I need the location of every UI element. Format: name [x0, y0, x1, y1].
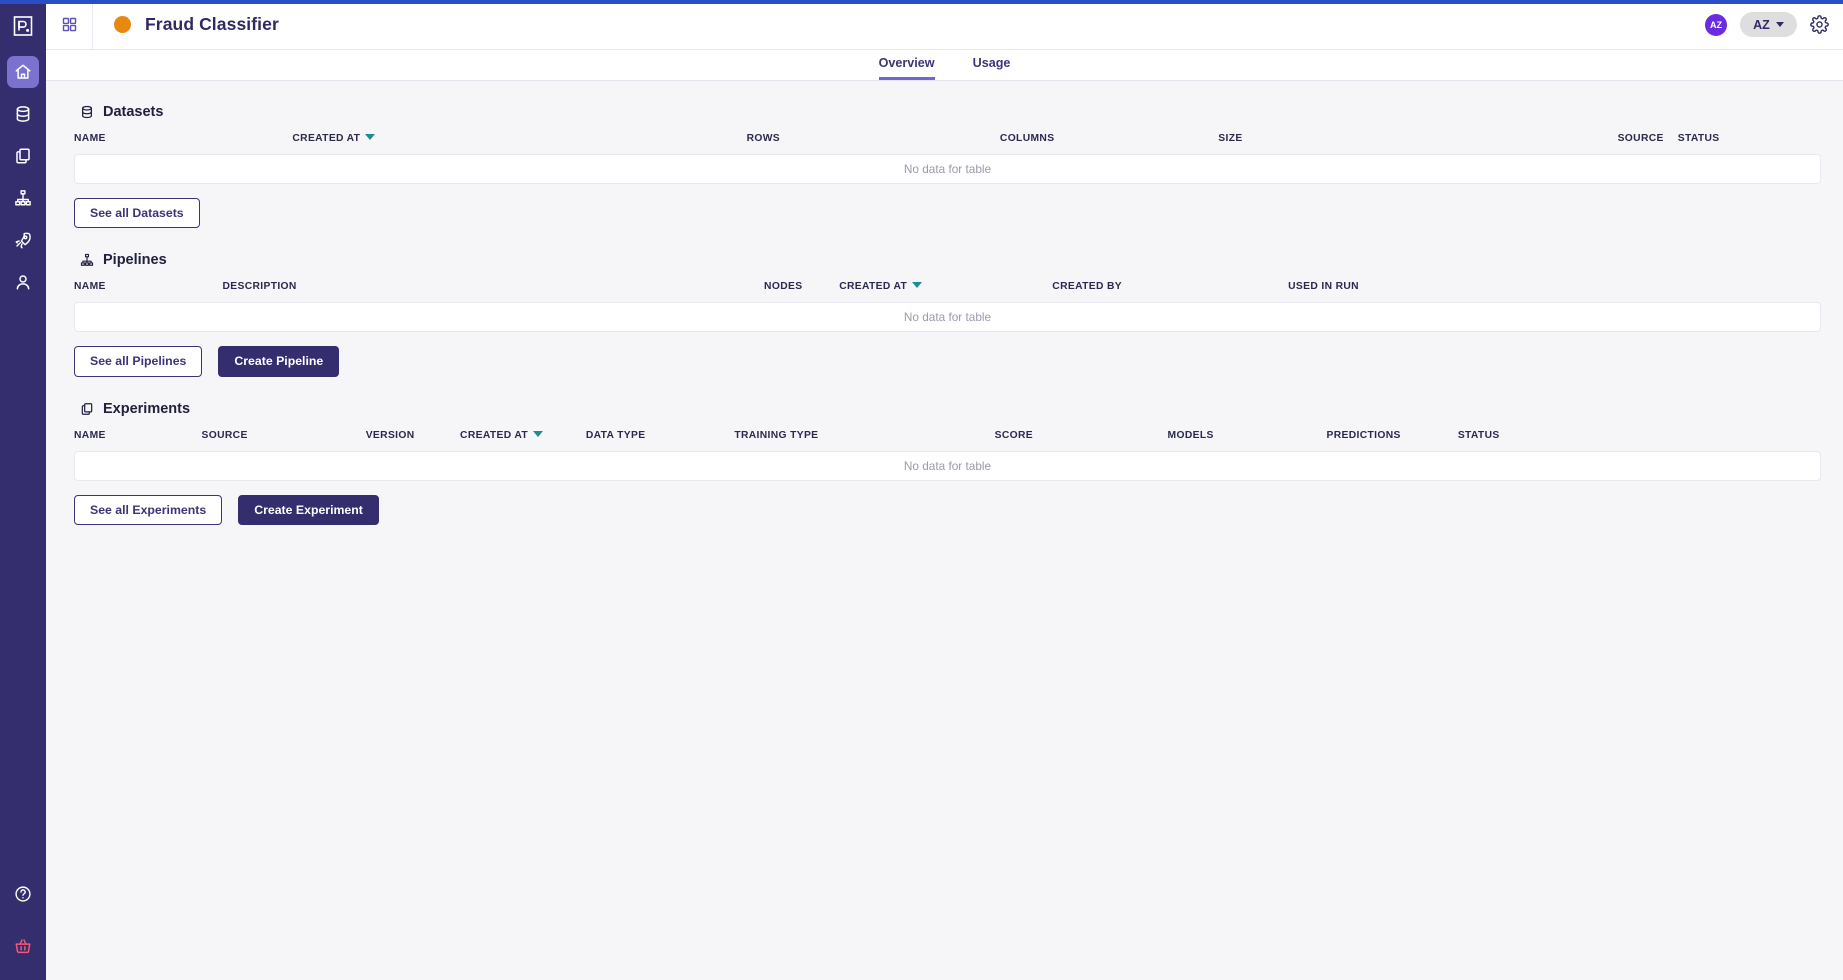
- copy-icon: [14, 147, 32, 165]
- datasets-actions: See all Datasets: [74, 198, 1821, 229]
- column-header-rows[interactable]: ROWS: [747, 133, 1000, 154]
- help-circle-icon: [14, 885, 32, 903]
- pipelines-actions: See all Pipelines Create Pipeline: [74, 346, 1821, 377]
- pipelines-empty-state: No data for table: [74, 302, 1821, 333]
- sidebar-item-experiments[interactable]: [7, 140, 39, 172]
- create-experiment-button[interactable]: Create Experiment: [238, 494, 379, 525]
- database-icon: [80, 105, 94, 119]
- column-header-used-in-run[interactable]: USED IN RUN: [1288, 281, 1821, 302]
- column-header-status[interactable]: STATUS: [1664, 133, 1821, 154]
- datasets-header-row: NAME CREATED AT ROWS COLUMNS SIZE SOURCE…: [74, 133, 1821, 154]
- column-header-version[interactable]: VERSION: [366, 430, 460, 451]
- column-header-training-type[interactable]: TRAINING TYPE: [734, 430, 994, 451]
- datasets-section: Datasets NAME CREATED AT ROWS COLUMNS SI: [74, 104, 1821, 229]
- chevron-down-icon: [1775, 22, 1784, 27]
- project-status-dot: [114, 16, 131, 33]
- basket-icon: [14, 937, 32, 955]
- create-pipeline-button[interactable]: Create Pipeline: [218, 346, 340, 377]
- column-header-columns[interactable]: COLUMNS: [1000, 133, 1218, 154]
- datasets-section-header: Datasets: [74, 104, 1821, 120]
- experiments-empty-state: No data for table: [74, 450, 1821, 481]
- sort-desc-icon: [533, 430, 543, 437]
- sidebar-item-home[interactable]: [7, 56, 39, 88]
- rocket-icon: [14, 231, 32, 249]
- header-divider: [92, 0, 93, 50]
- column-header-nodes[interactable]: NODES: [764, 281, 825, 302]
- tab-bar: Overview Usage: [46, 50, 1843, 81]
- pipelines-header-row: NAME DESCRIPTION NODES CREATED AT CREATE…: [74, 281, 1821, 302]
- tab-overview[interactable]: Overview: [878, 56, 935, 80]
- grid-apps-icon[interactable]: [46, 0, 92, 50]
- column-header-source[interactable]: SOURCE: [1428, 133, 1664, 154]
- see-all-pipelines-button[interactable]: See all Pipelines: [74, 346, 203, 377]
- sort-desc-icon: [912, 282, 923, 289]
- sidebar-nav-items: [0, 56, 46, 308]
- sort-desc-icon: [365, 134, 376, 140]
- pipelines-title: Pipelines: [103, 252, 167, 269]
- hierarchy-icon: [80, 253, 94, 267]
- hierarchy-icon: [14, 189, 32, 207]
- column-header-created-at[interactable]: CREATED AT: [292, 133, 746, 154]
- top-accent-strip: [0, 0, 1843, 4]
- sidebar-item-help[interactable]: [7, 878, 39, 910]
- column-header-size[interactable]: SIZE: [1218, 133, 1428, 154]
- experiments-header-row: NAME SOURCE VERSION CREATED AT DATA TYPE…: [74, 430, 1821, 451]
- main-column: Fraud Classifier AZ AZ Overview Usage Da…: [46, 0, 1843, 980]
- see-all-experiments-button[interactable]: See all Experiments: [74, 494, 223, 525]
- experiments-actions: See all Experiments Create Experiment: [74, 494, 1821, 525]
- header-actions: AZ AZ: [1705, 12, 1843, 37]
- sidebar-item-basket[interactable]: [7, 930, 39, 962]
- tab-usage[interactable]: Usage: [973, 56, 1011, 80]
- column-header-status[interactable]: STATUS: [1442, 430, 1821, 451]
- column-header-name[interactable]: NAME: [74, 281, 222, 302]
- column-header-created-by[interactable]: CREATED BY: [1052, 281, 1288, 302]
- experiments-table: NAME SOURCE VERSION CREATED AT DATA TYPE…: [74, 430, 1821, 451]
- gear-icon[interactable]: [1810, 15, 1829, 34]
- page-title: Fraud Classifier: [145, 14, 279, 34]
- app-header: Fraud Classifier AZ AZ: [46, 0, 1843, 50]
- column-header-data-type[interactable]: DATA TYPE: [586, 430, 734, 451]
- left-sidebar: [0, 0, 46, 980]
- column-header-created-at[interactable]: CREATED AT: [825, 281, 1052, 302]
- app-root: Fraud Classifier AZ AZ Overview Usage Da…: [0, 0, 1843, 980]
- org-switcher[interactable]: AZ: [1740, 12, 1797, 37]
- sidebar-item-deployments[interactable]: [7, 224, 39, 256]
- see-all-datasets-button[interactable]: See all Datasets: [74, 198, 200, 229]
- column-header-source[interactable]: SOURCE: [202, 430, 366, 451]
- home-icon: [14, 63, 32, 81]
- column-header-predictions[interactable]: PREDICTIONS: [1327, 430, 1442, 451]
- copy-icon: [80, 402, 94, 416]
- org-switcher-label: AZ: [1753, 17, 1770, 32]
- database-icon: [14, 105, 32, 123]
- column-header-name[interactable]: NAME: [74, 133, 292, 154]
- datasets-empty-state: No data for table: [74, 154, 1821, 184]
- sidebar-bottom-items: [0, 878, 46, 980]
- column-header-created-at[interactable]: CREATED AT: [460, 430, 586, 451]
- pipelines-table: NAME DESCRIPTION NODES CREATED AT CREATE…: [74, 281, 1821, 302]
- experiments-section-header: Experiments: [74, 401, 1821, 417]
- pipelines-section: Pipelines NAME DESCRIPTION NODES CREATED…: [74, 252, 1821, 377]
- datasets-table: NAME CREATED AT ROWS COLUMNS SIZE SOURCE…: [74, 133, 1821, 154]
- datasets-title: Datasets: [103, 104, 164, 120]
- column-header-models[interactable]: MODELS: [1168, 430, 1327, 451]
- column-header-name[interactable]: NAME: [74, 430, 202, 451]
- column-header-description[interactable]: DESCRIPTION: [222, 281, 764, 302]
- sidebar-item-datasets[interactable]: [7, 98, 39, 130]
- experiments-title: Experiments: [103, 400, 191, 417]
- pipelines-section-header: Pipelines: [74, 252, 1821, 268]
- sidebar-item-pipelines[interactable]: [7, 182, 39, 214]
- user-icon: [14, 273, 32, 291]
- avatar[interactable]: AZ: [1705, 13, 1727, 36]
- sidebar-item-account[interactable]: [7, 266, 39, 298]
- content-area: Datasets NAME CREATED AT ROWS COLUMNS SI: [46, 81, 1843, 980]
- column-header-score[interactable]: SCORE: [995, 430, 1168, 451]
- experiments-section: Experiments NAME SOURCE VERSION CREATED …: [74, 401, 1821, 525]
- platform-logo-icon[interactable]: [0, 4, 46, 48]
